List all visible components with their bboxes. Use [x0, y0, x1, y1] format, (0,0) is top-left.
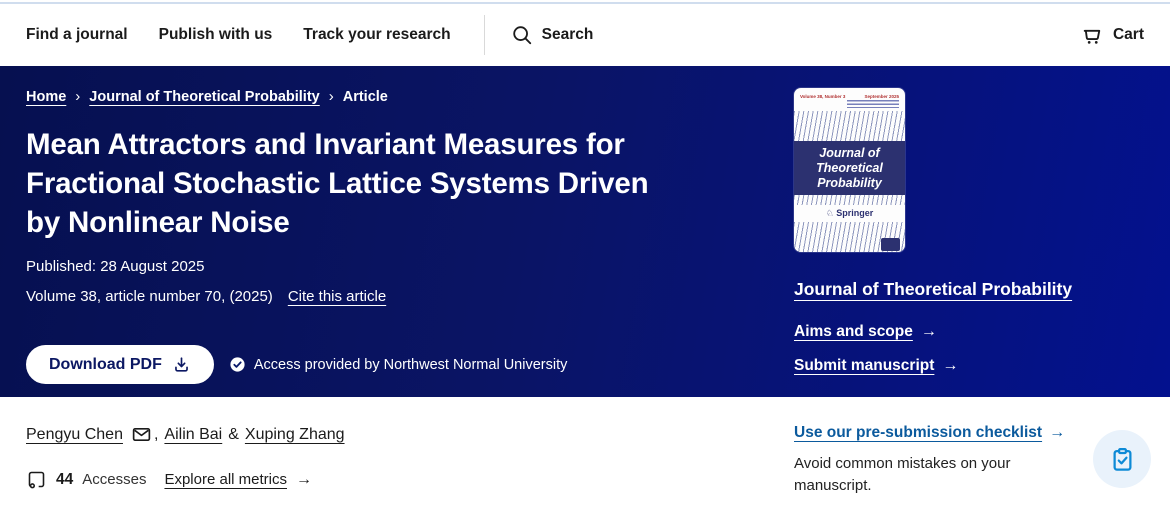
- checklist-note: Avoid common mistakes on your manuscript…: [794, 453, 1044, 497]
- article-title-line: Mean Attractors and Invariant Measures f…: [26, 125, 790, 164]
- journal-title-link[interactable]: Journal of Theoretical Probability: [794, 279, 1072, 300]
- breadcrumb-journal[interactable]: Journal of Theoretical Probability: [89, 89, 319, 105]
- accesses-count: 44: [56, 471, 73, 489]
- submit-manuscript-link[interactable]: Submit manuscript: [794, 357, 934, 375]
- accesses-icon: [26, 469, 47, 490]
- access-check-icon: [229, 356, 246, 373]
- download-pdf-button[interactable]: Download PDF: [26, 345, 214, 384]
- journal-cover-image[interactable]: Volume 38, Number 3 September 2025 Journ…: [794, 88, 905, 252]
- arrow-right-icon: →: [1049, 424, 1065, 442]
- chevron-separator-icon: ›: [329, 88, 334, 105]
- nav-track-your-research[interactable]: Track your research: [303, 26, 450, 44]
- access-note-text: Access provided by Northwest Normal Univ…: [254, 357, 567, 373]
- chevron-separator-icon: ›: [75, 88, 80, 105]
- cart-button[interactable]: Cart: [1080, 23, 1144, 48]
- access-note: Access provided by Northwest Normal Univ…: [229, 356, 567, 373]
- article-hero: Home › Journal of Theoretical Probabilit…: [0, 66, 1170, 397]
- cover-publisher-logo: ♘ Springer: [794, 205, 905, 222]
- arrow-right-icon: →: [942, 357, 958, 375]
- pre-submission-checklist-link[interactable]: Use our pre-submission checklist: [794, 424, 1042, 442]
- cover-volume-text: Volume 38, Number 3: [800, 94, 845, 99]
- email-icon[interactable]: [131, 424, 152, 445]
- search-button[interactable]: Search: [484, 15, 594, 55]
- cart-label: Cart: [1113, 26, 1144, 44]
- top-navigation: Find a journal Publish with us Track you…: [0, 4, 1170, 66]
- search-label: Search: [542, 26, 594, 44]
- explore-all-metrics-link[interactable]: Explore all metrics: [164, 471, 287, 488]
- cart-icon: [1080, 23, 1105, 48]
- author-conjunction: &: [228, 426, 239, 444]
- volume-info: Volume 38, article number 70, (2025): [26, 288, 273, 305]
- cover-publisher-name: Springer: [836, 208, 873, 218]
- arrow-right-icon: →: [921, 323, 937, 341]
- article-title-line: Fractional Stochastic Lattice Systems Dr…: [26, 164, 790, 203]
- cover-hatching: [794, 195, 905, 205]
- accesses-label: Accesses: [82, 471, 146, 488]
- search-icon: [511, 24, 533, 46]
- download-pdf-label: Download PDF: [49, 356, 162, 374]
- download-icon: [172, 355, 191, 374]
- cover-issn-lines: [847, 100, 899, 108]
- checklist-fab-button[interactable]: [1093, 430, 1151, 488]
- metrics-line: 44 Accesses Explore all metrics →: [26, 469, 790, 490]
- published-date: Published: 28 August 2025: [26, 258, 790, 275]
- cover-hatching: [794, 111, 905, 141]
- author-link-pengyu-chen[interactable]: Pengyu Chen: [26, 426, 123, 444]
- author-link-ailin-bai[interactable]: Ailin Bai: [164, 426, 222, 444]
- cover-hatching: [794, 222, 905, 252]
- breadcrumb-current: Article: [343, 89, 388, 105]
- arrow-right-icon: →: [296, 471, 312, 489]
- authors-line: Pengyu Chen , Ailin Bai & Xuping Zhang: [26, 424, 790, 445]
- article-title-line: by Nonlinear Noise: [26, 203, 790, 242]
- breadcrumb: Home › Journal of Theoretical Probabilit…: [26, 88, 790, 105]
- springer-horse-glyph: ♘: [826, 208, 834, 218]
- author-link-xuping-zhang[interactable]: Xuping Zhang: [245, 426, 345, 444]
- clipboard-check-icon: [1109, 446, 1136, 473]
- article-title: Mean Attractors and Invariant Measures f…: [26, 125, 790, 242]
- author-separator: ,: [154, 426, 158, 444]
- cite-this-article-link[interactable]: Cite this article: [288, 288, 386, 305]
- cover-journal-title: Journal of Theoretical Probability: [794, 146, 905, 191]
- cover-date-text: September 2025: [864, 94, 899, 99]
- aims-and-scope-link[interactable]: Aims and scope: [794, 323, 913, 341]
- cover-corner-tag: [881, 238, 900, 251]
- breadcrumb-home[interactable]: Home: [26, 89, 66, 105]
- article-meta-section: Pengyu Chen , Ailin Bai & Xuping Zhang 4…: [0, 397, 1170, 497]
- nav-publish-with-us[interactable]: Publish with us: [159, 26, 273, 44]
- nav-find-a-journal[interactable]: Find a journal: [26, 26, 128, 44]
